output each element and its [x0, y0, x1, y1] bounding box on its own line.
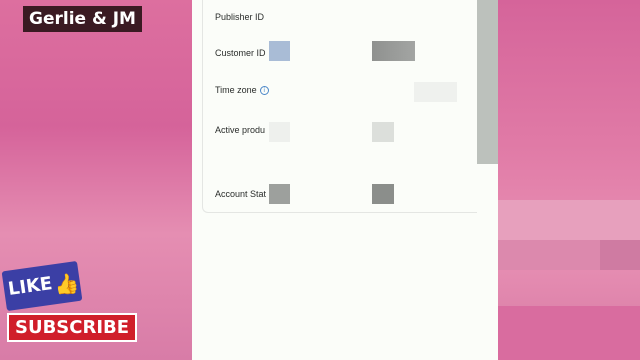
- subscribe-button[interactable]: SUBSCRIBE: [7, 313, 138, 342]
- redacted-account-status: [269, 184, 290, 204]
- account-info-card: [202, 0, 493, 213]
- time-zone-text: Time zone: [215, 85, 257, 95]
- redacted-time-zone-value: [414, 82, 457, 102]
- scrollbar-track[interactable]: [477, 164, 498, 306]
- mosaic-block: [490, 306, 640, 360]
- account-status-label: Account Stat: [215, 189, 267, 199]
- redacted-customer-id-value: [372, 41, 415, 61]
- active-products-label: Active produ: [215, 125, 266, 135]
- redacted-customer-id: [269, 41, 290, 61]
- publisher-id-label: Publisher ID: [215, 12, 265, 22]
- channel-name-badge: Gerlie & JM: [23, 6, 142, 32]
- customer-id-label: Customer ID: [215, 48, 266, 58]
- redacted-account-status-value: [372, 184, 394, 204]
- scrollbar-thumb[interactable]: [477, 0, 498, 164]
- info-icon[interactable]: i: [259, 86, 269, 96]
- redacted-active-products-value: [372, 122, 394, 142]
- thumbs-up-icon: 👍: [52, 270, 81, 298]
- time-zone-label: Time zone i: [215, 85, 269, 96]
- mosaic-block: [600, 240, 640, 270]
- mosaic-block: [498, 240, 608, 270]
- mosaic-block: [498, 200, 640, 240]
- redacted-active-products: [269, 122, 290, 142]
